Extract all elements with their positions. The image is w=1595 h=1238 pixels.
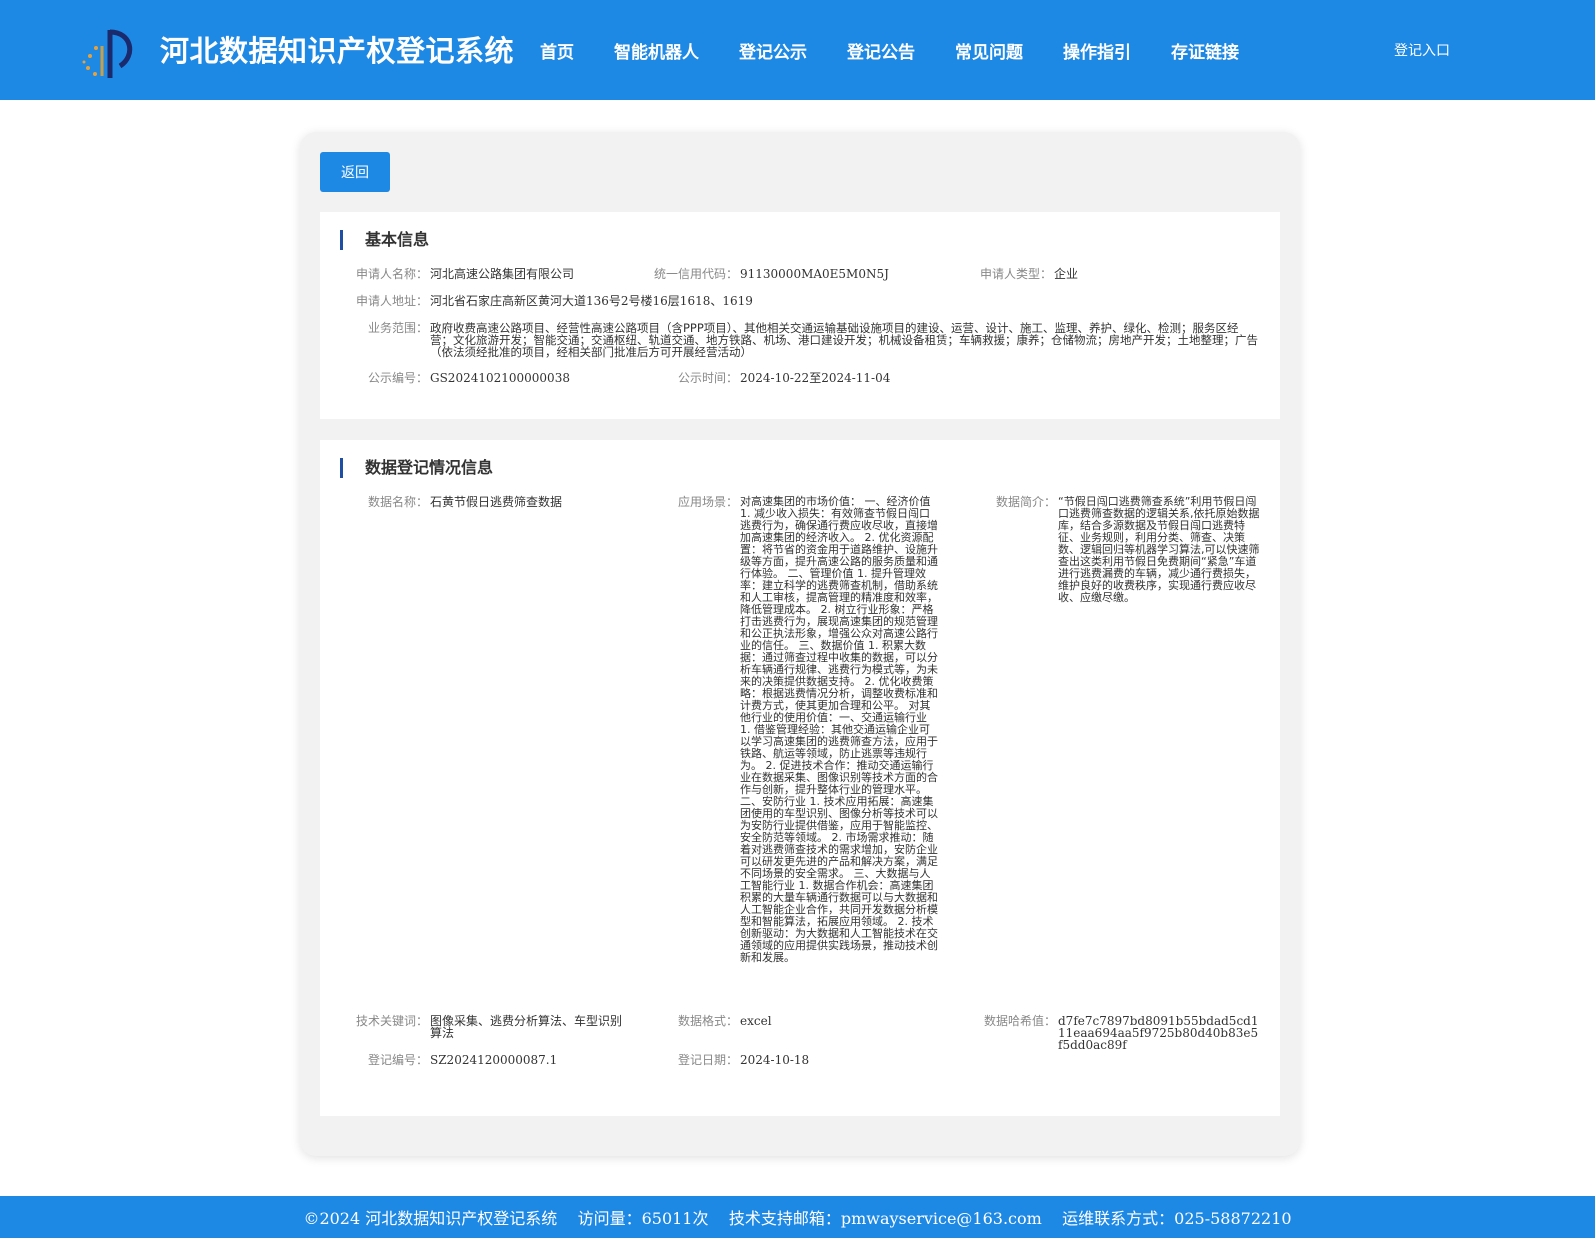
site-title: 河北数据知识产权登记系统 — [160, 34, 515, 68]
field-value: 对高速集团的市场价值： 一、经济价值 1. 减少收入损失：有效筛查节假日闯口逃费… — [740, 495, 938, 964]
field-label: 数据哈希值： — [983, 1014, 1056, 1028]
data-registration-title: 数据登记情况信息 — [340, 458, 493, 478]
nav-robot[interactable]: 智能机器人 — [614, 38, 699, 63]
field-label: 业务范围： — [367, 321, 428, 335]
field-value: 河北省石家庄高新区黄河大道136号2号楼16层1618、1619 — [430, 294, 753, 308]
field-label: 申请人地址： — [355, 294, 428, 308]
basic-info-panel: 基本信息 申请人名称： 河北高速公路集团有限公司 统一信用代码： 9113000… — [320, 212, 1280, 419]
field-label: 技术关键词： — [355, 1014, 428, 1028]
field-value: 2024-10-22至2024-11-04 — [740, 371, 891, 385]
field-label: 申请人类型： — [979, 267, 1052, 281]
field-label: 数据格式： — [677, 1014, 738, 1028]
field-label: 登记编号： — [367, 1053, 428, 1067]
main-nav: 首页 智能机器人 登记公示 登记公告 常见问题 操作指引 存证链接 — [540, 0, 1279, 100]
field-value: excel — [740, 1014, 772, 1028]
field-label: 公示时间： — [677, 371, 738, 385]
back-button[interactable]: 返回 — [320, 152, 390, 192]
field-value: 91130000MA0E5M0N5J — [740, 267, 889, 281]
field-label: 登记日期： — [677, 1053, 738, 1067]
field-label: 数据名称： — [367, 495, 428, 509]
field-label: 申请人名称： — [355, 267, 428, 281]
login-link[interactable]: 登记入口 — [1394, 40, 1450, 60]
nav-evidence-link[interactable]: 存证链接 — [1171, 38, 1239, 63]
field-value: GS2024102100000038 — [430, 371, 570, 385]
field-value: d7fe7c7897bd8091b55bdad5cd111eaa694aa5f9… — [1058, 1014, 1259, 1052]
nav-faq[interactable]: 常见问题 — [955, 38, 1023, 63]
logo-icon — [82, 29, 133, 78]
nav-announcement[interactable]: 登记公告 — [847, 38, 915, 63]
field-value: 2024-10-18 — [740, 1053, 810, 1067]
field-label: 统一信用代码： — [653, 267, 738, 281]
field-value: 图像采集、逃费分析算法、车型识别算法 — [430, 1014, 623, 1040]
field-value: 河北高速公路集团有限公司 — [430, 267, 575, 281]
nav-publicity[interactable]: 登记公示 — [739, 38, 807, 63]
field-value: 企业 — [1054, 267, 1079, 281]
field-value: “节假日闯口逃费筛查系统”利用节假日闯口逃费筛查数据的逻辑关系,依托原始数据库，… — [1058, 495, 1260, 604]
top-header: 河北数据知识产权登记系统 首页 智能机器人 登记公示 登记公告 常见问题 操作指… — [0, 0, 1595, 100]
field-label: 数据简介： — [995, 495, 1056, 509]
field-label: 公示编号： — [367, 371, 428, 385]
field-label: 应用场景： — [677, 495, 738, 509]
nav-home[interactable]: 首页 — [540, 38, 574, 63]
footer: ©2024 河北数据知识产权登记系统 访问量：65011次 技术支持邮箱：pmw… — [0, 1196, 1595, 1238]
field-value: 政府收费高速公路项目、经营性高速公路项目（含PPP项目）、其他相关交通运输基础设… — [430, 321, 1258, 359]
nav-guide[interactable]: 操作指引 — [1063, 38, 1131, 63]
field-value: SZ2024120000087.1 — [430, 1053, 558, 1067]
field-value: 石黄节假日逃费筛查数据 — [430, 495, 563, 509]
data-registration-panel: 数据登记情况信息 数据名称： 石黄节假日逃费筛查数据 应用场景： 对高速集团的市… — [320, 440, 1280, 1116]
basic-info-title: 基本信息 — [340, 230, 429, 250]
detail-card: 返回 基本信息 申请人名称： 河北高速公路集团有限公司 统一信用代码： 9113… — [300, 132, 1300, 1156]
